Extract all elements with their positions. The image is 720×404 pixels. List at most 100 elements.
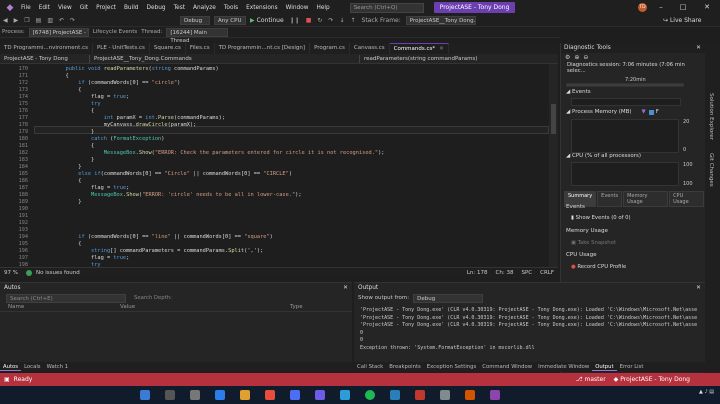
record-cpu-button[interactable]: ● Record CPU Profile — [571, 264, 626, 270]
tab-events[interactable]: Events — [597, 191, 623, 207]
back-icon[interactable]: ◀ — [3, 17, 8, 24]
autos-search-input[interactable]: Search (Ctrl+E) — [6, 293, 126, 303]
cpu-section[interactable]: ◢ CPU (% of all processors) — [561, 153, 641, 159]
save-icon[interactable]: ▤ — [36, 17, 42, 24]
code-line[interactable]: MessageBox.Show("ERROR: 'circle' needs t… — [40, 192, 302, 198]
redo-icon[interactable]: ↷ — [70, 17, 75, 24]
menu-extensions[interactable]: Extensions — [246, 5, 277, 11]
timeline-ruler[interactable] — [566, 83, 684, 87]
code-line[interactable]: catch (FormatException) — [40, 136, 164, 142]
tab-4[interactable]: TD Programmin...nt.cs [Design] — [215, 43, 311, 54]
code-line[interactable]: } — [40, 129, 94, 135]
code-line[interactable]: public void readParameters(string comman… — [40, 66, 219, 72]
code-line[interactable]: { — [40, 87, 81, 93]
zoom-in-icon[interactable]: ⊕ — [574, 54, 579, 61]
live-share-button[interactable]: ↪ Live Share — [663, 17, 701, 24]
continue-button[interactable]: Continue — [257, 17, 284, 24]
repo-icon[interactable]: ◆ — [614, 376, 619, 383]
bottom-tab-command-window[interactable]: Command Window — [479, 364, 535, 370]
issues-status[interactable]: No issues found — [36, 270, 80, 276]
thread-select[interactable]: [16244] Main Thread — [166, 27, 229, 44]
opera-icon[interactable] — [415, 390, 425, 400]
edge-icon[interactable] — [215, 390, 225, 400]
paint-icon[interactable] — [465, 390, 475, 400]
class-navigator[interactable]: ProjectASE__Tony_Dong.Commands — [90, 54, 360, 63]
bottom-tab-call-stack[interactable]: Call Stack — [354, 364, 386, 370]
configuration-select[interactable]: Debug — [180, 16, 211, 25]
code-line[interactable]: flag = true; — [40, 255, 129, 261]
maximize-icon[interactable]: □ — [674, 1, 692, 13]
take-snapshot-button[interactable]: ▣ Take Snapshot — [571, 240, 616, 246]
bottom-tab-watch-1[interactable]: Watch 1 — [44, 364, 72, 370]
menu-tools[interactable]: Tools — [224, 5, 238, 11]
code-line[interactable]: myCanvass.drawCircle(paramX); — [40, 122, 197, 128]
step-over-icon[interactable]: ↷ — [328, 17, 333, 24]
tab-2[interactable]: Square.cs — [150, 43, 186, 54]
member-navigator[interactable]: readParameters(string commandParams) — [360, 55, 540, 63]
tab-cpu-usage[interactable]: CPU Usage — [669, 191, 704, 207]
new-file-icon[interactable]: ❐ — [24, 17, 29, 24]
menu-window[interactable]: Window — [286, 5, 309, 11]
forward-icon[interactable]: ▶ — [14, 17, 19, 24]
code-line[interactable]: } — [40, 199, 81, 205]
bottom-tab-exception-settings[interactable]: Exception Settings — [424, 364, 479, 370]
code-line[interactable]: { — [40, 108, 94, 114]
menu-project[interactable]: Project — [96, 5, 116, 11]
menu-edit[interactable]: Edit — [39, 5, 50, 11]
code-line[interactable]: { — [40, 73, 69, 79]
undo-icon[interactable]: ↶ — [59, 17, 64, 24]
discord-icon[interactable] — [315, 390, 325, 400]
branch-icon[interactable]: ⎇ — [576, 376, 583, 383]
project-navigator[interactable]: ProjectASE - Tony Dong — [0, 54, 90, 63]
menu-file[interactable]: File — [21, 5, 31, 11]
close-icon[interactable]: ✕ — [698, 1, 716, 13]
code-line[interactable]: flag = true; — [40, 185, 129, 191]
store-icon[interactable] — [290, 390, 300, 400]
avatar[interactable]: TD — [638, 3, 647, 12]
step-into-icon[interactable]: ↓ — [339, 17, 344, 24]
close-icon[interactable]: ✕ — [696, 45, 701, 51]
windows-start-icon[interactable] — [140, 390, 150, 400]
menu-analyze[interactable]: Analyze — [193, 5, 216, 11]
collapse-icon[interactable]: ◢ — [566, 109, 570, 115]
code-line[interactable]: string[] commandParameters = commandPara… — [40, 248, 263, 254]
task-view-icon[interactable] — [190, 390, 200, 400]
branch-name[interactable]: master — [585, 376, 606, 383]
stack-frame-select[interactable]: ProjectASE__Tony Dong.Commands.readP... — [405, 16, 476, 25]
settings-gear-icon[interactable]: ⚙ — [565, 54, 570, 61]
bottom-tab-autos[interactable]: Autos — [0, 364, 22, 371]
process-select[interactable]: [6748] ProjectASE - Tony D... — [28, 27, 89, 37]
menu-view[interactable]: View — [58, 5, 72, 11]
column-name[interactable]: Name — [8, 304, 24, 310]
tab-close-icon[interactable]: ✕ — [439, 44, 444, 55]
code-line[interactable]: if (commandWords[0] == "line" || command… — [40, 234, 273, 240]
code-line[interactable]: MessageBox.Show("ERROR: Check the parame… — [40, 150, 385, 156]
visual-studio-icon[interactable] — [490, 390, 500, 400]
menu-build[interactable]: Build — [124, 5, 139, 11]
show-events-link[interactable]: ▮ Show Events (0 of 0) — [571, 215, 631, 221]
code-line[interactable]: if (commandWords[0] == "circle") — [40, 80, 180, 86]
search-icon[interactable] — [165, 390, 175, 400]
menu-debug[interactable]: Debug — [147, 5, 166, 11]
continue-play-icon[interactable]: ▶ — [250, 17, 255, 24]
code-editor[interactable]: 170 171 172 173 174 175 176 177 178 179 180 181 182 1… — [0, 64, 549, 267]
code-line[interactable]: } — [40, 157, 94, 163]
tab-0[interactable]: TD Programmi...nvironment.cs — [0, 43, 93, 54]
tab-3[interactable]: Files.cs — [186, 43, 215, 54]
app-icon[interactable] — [440, 390, 450, 400]
code-line[interactable]: { — [40, 143, 94, 149]
code-line[interactable]: { — [40, 241, 81, 247]
menu-test[interactable]: Test — [174, 5, 185, 11]
code-line[interactable]: flag = true; — [40, 94, 129, 100]
stop-icon[interactable]: ■ — [306, 17, 312, 24]
platform-select[interactable]: Any CPU — [214, 16, 247, 25]
zoom-out-icon[interactable]: ⊖ — [583, 54, 588, 61]
repo-name[interactable]: ProjectASE - Tony Dong — [620, 376, 690, 383]
scrollbar-thumb[interactable] — [551, 104, 556, 134]
bottom-tab-locals[interactable]: Locals — [21, 364, 44, 370]
spotify-icon[interactable] — [365, 390, 375, 400]
tab-6[interactable]: Canvass.cs — [350, 43, 390, 54]
restart-icon[interactable]: ↻ — [317, 17, 322, 24]
system-tray[interactable]: ▲ ♪ ▤ — [699, 389, 714, 395]
events-section[interactable]: ◢ Events — [561, 89, 591, 95]
